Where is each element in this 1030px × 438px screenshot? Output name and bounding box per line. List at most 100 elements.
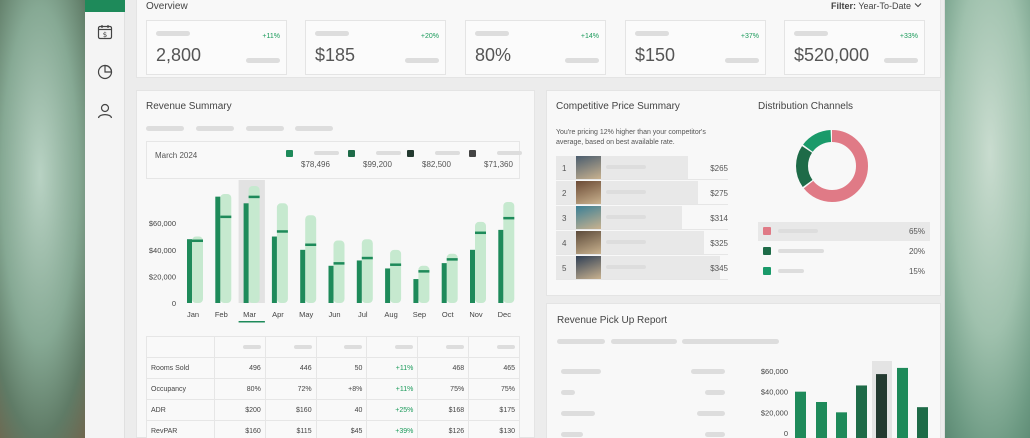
x-tick-label[interactable]: Sep (413, 310, 426, 319)
filter-dropdown[interactable]: Filter: Year-To-Date (831, 1, 922, 11)
placeholder-tab[interactable] (295, 126, 333, 131)
channel-name-placeholder (778, 269, 804, 273)
x-tick-label[interactable]: May (299, 310, 313, 319)
pickup-bar[interactable] (897, 367, 908, 438)
table-cell: $126 (417, 420, 470, 438)
user-icon[interactable] (96, 102, 114, 120)
bar-dark[interactable] (300, 249, 306, 303)
hotel-name-placeholder (606, 215, 646, 219)
table-row[interactable]: Occupancy 80% 72% +8% +11% 75% 75% (146, 378, 520, 400)
pickup-bar[interactable] (876, 374, 887, 438)
competitor-row[interactable]: 5 $345 (556, 256, 728, 280)
calendar-dollar-icon[interactable]: $ (96, 23, 114, 41)
kpi-label-placeholder (794, 31, 828, 36)
rank: 1 (562, 164, 567, 173)
competitor-row[interactable]: 4 $325 (556, 231, 728, 255)
distribution-row[interactable]: 20% (758, 242, 930, 261)
bar-dark[interactable] (271, 236, 277, 303)
bar-dark[interactable] (441, 263, 447, 303)
placeholder-tab[interactable] (682, 339, 779, 344)
channel-pct: 15% (908, 267, 925, 276)
competitor-price: $275 (710, 189, 728, 198)
placeholder-tab[interactable] (146, 126, 184, 131)
bar-dark[interactable] (470, 249, 475, 303)
distribution-row[interactable]: 15% (758, 262, 930, 281)
x-tick-label[interactable]: Mar (243, 310, 256, 319)
table-row[interactable]: ADR $200 $160 40 +25% $168 $175 (146, 399, 520, 421)
bar-dark[interactable] (498, 229, 504, 303)
bar-marker (503, 216, 515, 220)
distribution-donut-chart (796, 130, 868, 202)
bar-light[interactable] (220, 193, 232, 303)
kpi-change: +14% (580, 33, 599, 40)
kpi-tile[interactable]: +14% 80% (465, 20, 606, 75)
x-tick-label[interactable]: Jul (358, 310, 368, 319)
pie-chart-icon[interactable] (96, 62, 114, 80)
competitor-row[interactable]: 2 $275 (556, 181, 728, 205)
x-tick-label[interactable]: Oct (442, 310, 455, 319)
sidebar-active-item[interactable] (85, 0, 125, 12)
bar-light[interactable] (333, 240, 345, 303)
kpi-tile[interactable]: +20% $185 (305, 20, 446, 75)
placeholder-tab[interactable] (611, 339, 677, 344)
bar-light[interactable] (276, 203, 288, 303)
kpi-tile[interactable]: +33% $520,000 (784, 20, 925, 75)
placeholder-row (705, 432, 725, 437)
table-header-cell (264, 336, 317, 358)
x-tick-label[interactable]: Aug (384, 310, 397, 319)
x-tick-label[interactable]: Apr (272, 310, 284, 319)
bar-dark[interactable] (385, 268, 391, 303)
x-tick-label[interactable]: Jun (328, 310, 340, 319)
kpi-change: +37% (740, 33, 759, 40)
x-tick-label[interactable]: Dec (498, 310, 512, 319)
pickup-bar[interactable] (795, 391, 806, 438)
table-row[interactable]: Rooms Sold 496 446 50 +11% 468 465 (146, 357, 520, 379)
pickup-bar-chart: $60,000 $40,000 $20,000 0 (761, 361, 928, 438)
bar-light[interactable] (390, 249, 402, 303)
table-cell: $175 (468, 399, 520, 421)
distribution-row[interactable]: 65% (758, 222, 930, 241)
x-tick-label[interactable]: Feb (215, 310, 228, 319)
kpi-tile[interactable]: +11% 2,800 (146, 20, 287, 75)
kpi-value: 80% (475, 45, 512, 65)
pickup-y-tick-label: $40,000 (761, 388, 788, 397)
bar-dark[interactable] (215, 196, 221, 303)
channel-pct: 65% (908, 227, 925, 236)
hotel-name-placeholder (606, 240, 646, 244)
pickup-bar[interactable] (816, 402, 827, 438)
bar-dark[interactable] (413, 279, 419, 303)
filter-value: Year-To-Date (858, 1, 912, 11)
bar-light[interactable] (305, 215, 317, 303)
revenue-bar-chart: $60,000 $40,000 $20,000 0 Jan Feb Mar Apr May Jun… (149, 180, 515, 323)
placeholder-tab[interactable] (557, 339, 605, 344)
pickup-bar[interactable] (836, 412, 847, 438)
pickup-y-tick-label: $20,000 (761, 408, 788, 417)
placeholder-tab[interactable] (246, 126, 284, 131)
bar-dark[interactable] (356, 260, 362, 303)
bar-light[interactable] (361, 239, 373, 303)
pickup-bar[interactable] (917, 407, 928, 438)
competitor-row[interactable]: 1 $265 (556, 156, 728, 180)
pickup-title: Revenue Pick Up Report (557, 315, 668, 326)
pickup-bar[interactable] (856, 385, 867, 438)
table-row[interactable]: RevPAR $160 $115 $45 +39% $126 $130 (146, 420, 520, 438)
hotel-name-placeholder (606, 165, 646, 169)
bar-light[interactable] (446, 253, 458, 303)
bar-light[interactable] (475, 221, 486, 303)
bar-dark[interactable] (243, 203, 249, 303)
bar-dark[interactable] (187, 239, 192, 303)
bar-dark[interactable] (328, 265, 334, 303)
bar-light[interactable] (192, 236, 203, 303)
channel-name-placeholder (778, 229, 818, 233)
bar-marker (361, 256, 373, 260)
kpi-tile[interactable]: +37% $150 (625, 20, 766, 75)
placeholder-tab[interactable] (196, 126, 234, 131)
bar-light[interactable] (248, 186, 260, 303)
kpi-sub-placeholder (725, 58, 759, 63)
x-tick-label[interactable]: Jan (187, 310, 199, 319)
x-tick-label[interactable]: Nov (469, 310, 483, 319)
kpi-sub-placeholder (405, 58, 439, 63)
competitor-row[interactable]: 3 $314 (556, 206, 728, 230)
channel-pct: 20% (908, 247, 925, 256)
table-cell: 72% (264, 378, 317, 400)
